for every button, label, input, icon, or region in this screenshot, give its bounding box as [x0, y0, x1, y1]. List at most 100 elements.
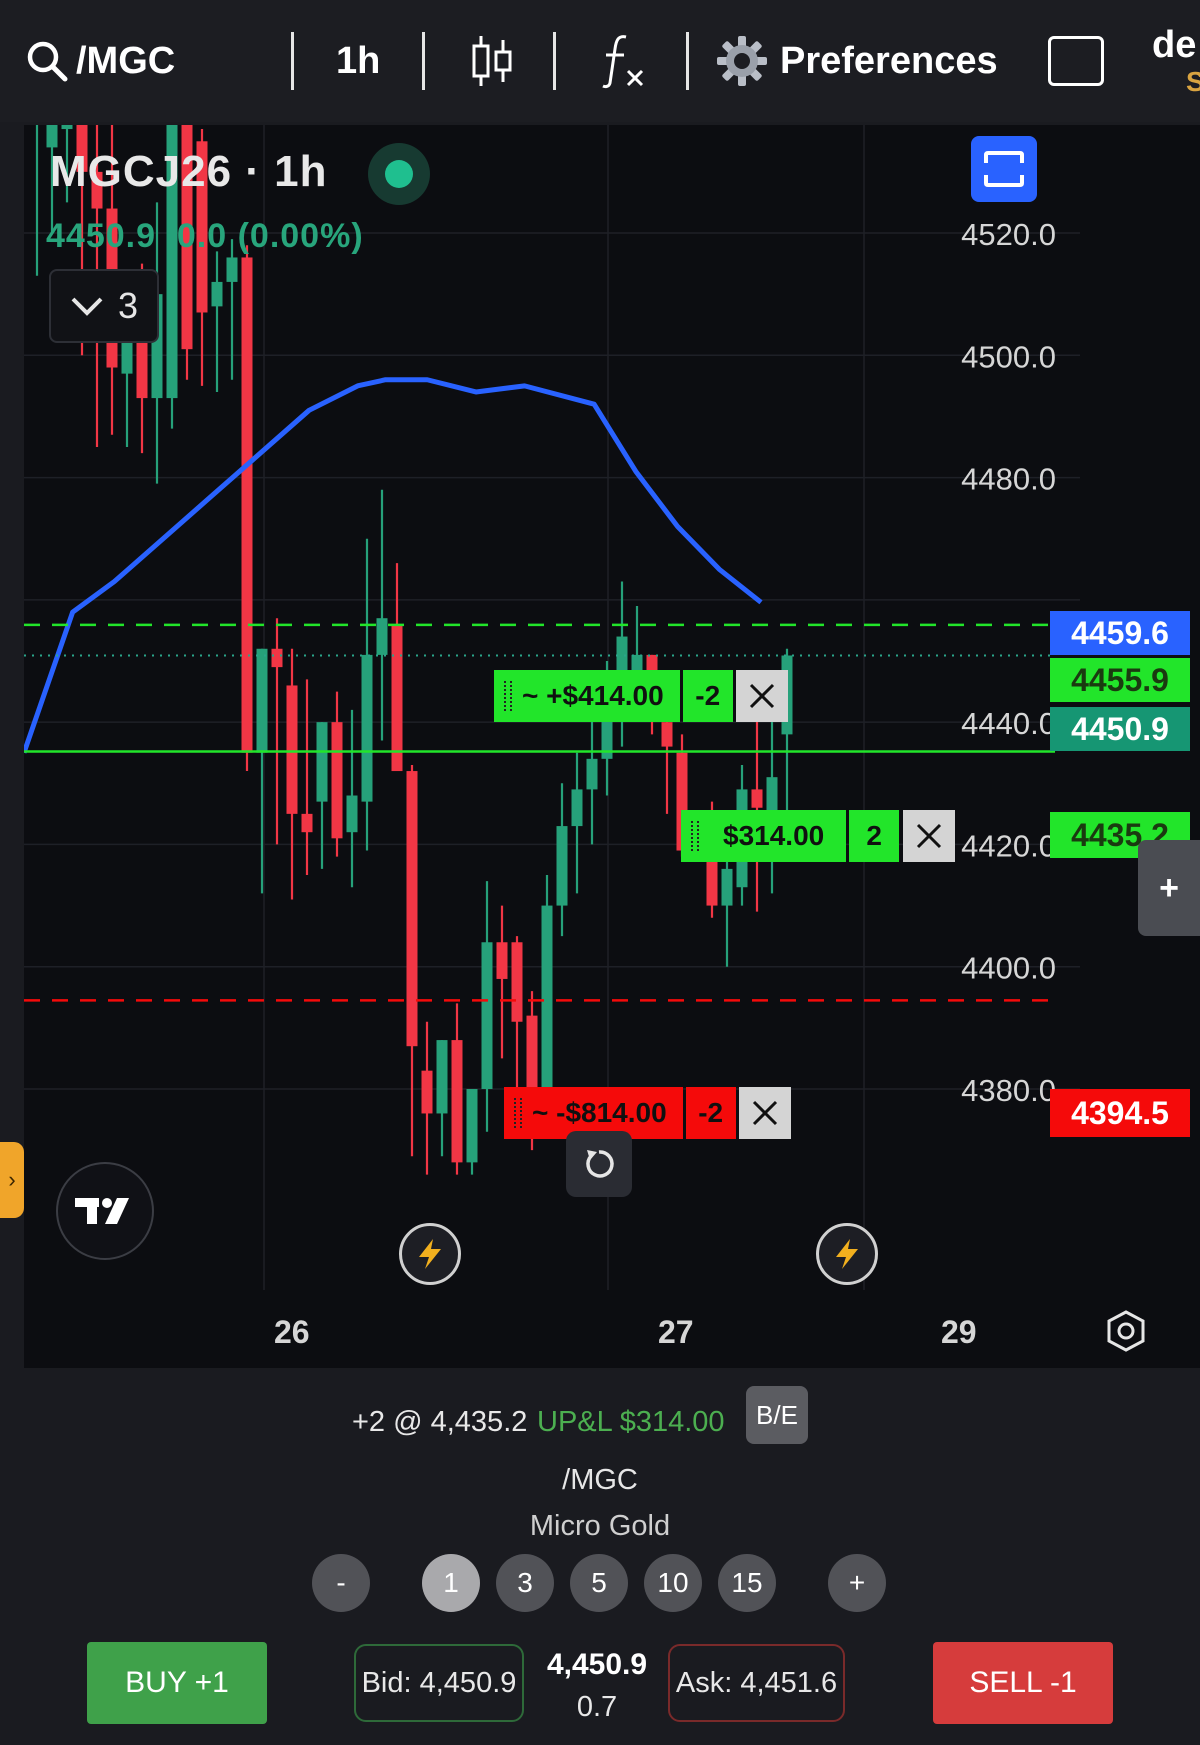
- drag-handle-icon[interactable]: [504, 681, 512, 711]
- toolbar-divider: [553, 32, 556, 90]
- take-profit-cancel-button[interactable]: [735, 670, 788, 722]
- take-profit-qty[interactable]: -2: [682, 670, 733, 722]
- price-change: 0.7: [576, 1691, 618, 1723]
- unrealized-pnl: UP&L $314.00: [537, 1406, 725, 1438]
- candle-body: [511, 942, 523, 1022]
- stop-loss-pnl: ~ -$814.00: [532, 1097, 667, 1128]
- candle-body: [661, 722, 673, 747]
- reset-chart-button[interactable]: [566, 1131, 632, 1197]
- interval-button[interactable]: 1h: [336, 0, 380, 122]
- candle-body: [241, 257, 253, 753]
- fullscreen-button[interactable]: [971, 136, 1037, 202]
- candle-body: [361, 654, 373, 802]
- qty-decrement-button[interactable]: -: [312, 1554, 370, 1612]
- drag-handle-icon[interactable]: [691, 821, 699, 851]
- price-axis-label: 4520.0: [961, 217, 1056, 252]
- top-toolbar: /MGC 1h Preferences de S: [0, 0, 1200, 122]
- stop-loss-cancel-button[interactable]: [738, 1087, 791, 1139]
- account-sub-label: S: [1186, 66, 1200, 97]
- candle-body: [46, 125, 58, 148]
- stop-loss-qty[interactable]: -2: [685, 1087, 736, 1139]
- candle-body: [496, 942, 508, 979]
- price-axis-label: 4420.0: [961, 828, 1056, 863]
- buy-button[interactable]: BUY +1: [87, 1642, 267, 1724]
- time-label-27: 27: [658, 1314, 694, 1350]
- panel-symbol: /MGC: [562, 1464, 638, 1496]
- candle-body: [316, 722, 328, 802]
- side-panel-handle[interactable]: ›: [0, 1142, 24, 1218]
- candle-body: [421, 1070, 433, 1114]
- lightning-icon[interactable]: [816, 1223, 878, 1285]
- chart-price-line: 4450.9 0.0 (0.00%): [46, 217, 364, 255]
- candle-body: [451, 1040, 463, 1163]
- tradingview-logo: [56, 1162, 154, 1260]
- breakeven-button[interactable]: B/E: [746, 1386, 808, 1444]
- take-profit-pnl-box[interactable]: ~ +$414.00: [494, 670, 680, 722]
- last-price-tag: 4450.9: [1050, 707, 1190, 751]
- candles-icon: [472, 36, 512, 86]
- candle-body: [286, 685, 298, 814]
- stop-loss-price-tag: 4394.5: [1050, 1089, 1190, 1137]
- preferences-button[interactable]: Preferences: [716, 0, 998, 122]
- drag-handle-icon[interactable]: [514, 1098, 522, 1128]
- candle-body: [436, 1040, 448, 1114]
- indicator-toggle[interactable]: 3: [49, 269, 159, 343]
- candle-body: [301, 813, 313, 833]
- toolbar-divider: [686, 32, 689, 90]
- order-panel: +2 @ 4,435.2 UP&L $314.00 B/E /MGC Micro…: [0, 1368, 1200, 1745]
- qty-option-1[interactable]: 1: [422, 1554, 480, 1612]
- bid-price[interactable]: Bid: 4,450.9: [354, 1644, 524, 1722]
- settings-hex-icon: [1107, 1310, 1145, 1352]
- chart-type-button[interactable]: [470, 0, 514, 122]
- sell-button[interactable]: SELL -1: [933, 1642, 1113, 1724]
- candle-body: [481, 942, 493, 1089]
- candle-body: [406, 771, 418, 1047]
- position-summary: +2 @ 4,435.2: [352, 1406, 528, 1438]
- stop-loss-order[interactable]: ~ -$814.00 -2: [504, 1087, 791, 1139]
- candle-body: [571, 789, 583, 827]
- candle-body: [256, 648, 268, 753]
- chevron-right-icon: ›: [8, 1167, 16, 1192]
- position-order[interactable]: $314.00 2: [681, 810, 956, 862]
- qty-increment-button[interactable]: +: [828, 1554, 886, 1612]
- status-dot-icon: [385, 160, 413, 188]
- qty-option-5[interactable]: 5: [570, 1554, 628, 1612]
- qty-option-3[interactable]: 3: [496, 1554, 554, 1612]
- close-icon: [752, 1100, 777, 1126]
- candle-body: [346, 795, 358, 833]
- time-label-29: 29: [941, 1314, 977, 1350]
- symbol-search[interactable]: /MGC: [26, 0, 175, 122]
- take-profit-order[interactable]: ~ +$414.00 -2: [494, 670, 788, 722]
- add-order-handle[interactable]: +: [1138, 840, 1200, 936]
- function-icon: [602, 35, 644, 89]
- time-label-26: 26: [274, 1314, 310, 1350]
- market-status: [368, 143, 430, 205]
- chart-area[interactable]: 4520.0 4500.0 4480.0 4440.0 4420.0 4400.0 4380…: [24, 125, 1200, 1368]
- toolbar-divider: [291, 32, 294, 90]
- instrument-name: Micro Gold: [529, 1510, 671, 1542]
- close-icon: [917, 823, 942, 849]
- lightning-icon[interactable]: [399, 1223, 461, 1285]
- indicators-button[interactable]: [600, 0, 646, 122]
- candle-body: [61, 125, 73, 130]
- reset-icon: [586, 1150, 614, 1178]
- qty-option-15[interactable]: 15: [718, 1554, 776, 1612]
- price-axis-label: 4400.0: [961, 951, 1056, 986]
- position-qty[interactable]: 2: [849, 810, 900, 862]
- price-axis-label: 4480.0: [961, 462, 1056, 497]
- qty-option-10[interactable]: 10: [644, 1554, 702, 1612]
- candle-body: [376, 618, 388, 655]
- close-icon: [749, 683, 774, 709]
- search-icon: [27, 41, 68, 82]
- position-close-button[interactable]: [903, 810, 956, 862]
- price-axis-label: 4440.0: [961, 706, 1056, 741]
- candle-body: [751, 789, 763, 808]
- candle-body: [466, 1089, 478, 1163]
- ask-price[interactable]: Ask: 4,451.6: [668, 1644, 845, 1722]
- fullscreen-icon: [984, 151, 1024, 187]
- layout-button[interactable]: [1048, 0, 1104, 122]
- take-profit-pnl: ~ +$414.00: [522, 680, 664, 711]
- chart-settings-button[interactable]: [1104, 1309, 1148, 1358]
- account-label: de: [1152, 23, 1197, 66]
- position-pnl-box[interactable]: $314.00: [681, 810, 847, 862]
